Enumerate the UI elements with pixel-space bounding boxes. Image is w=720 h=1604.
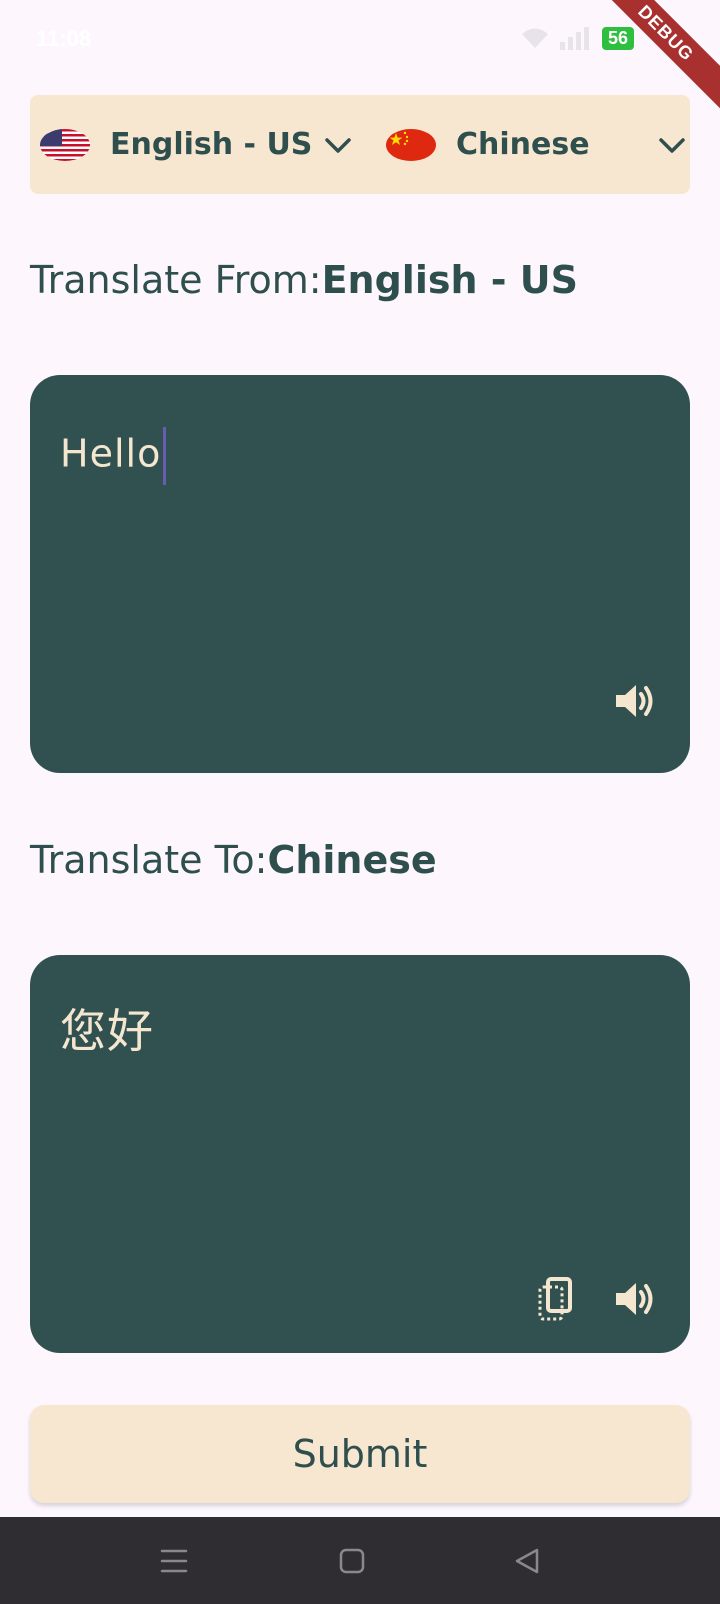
home-icon[interactable]	[334, 1545, 370, 1577]
translate-to-prefix: Translate To:	[30, 838, 268, 882]
target-language-dropdown[interactable]: Chinese	[386, 95, 686, 194]
translated-text-box: 您好	[30, 955, 690, 1353]
translate-to-language: Chinese	[267, 838, 437, 882]
status-time: 11:08	[36, 26, 92, 51]
menu-icon[interactable]	[156, 1545, 192, 1577]
signal-icon	[559, 27, 589, 50]
speaker-icon[interactable]	[610, 677, 658, 725]
target-language-name: Chinese	[456, 127, 590, 162]
translate-from-label: Translate From:English - US	[30, 258, 578, 302]
china-flag-icon	[386, 128, 436, 161]
language-bar: English - US Chinese	[30, 95, 690, 194]
source-language-dropdown[interactable]: English - US	[40, 95, 360, 194]
translated-text-value: 您好	[60, 1004, 154, 1058]
translate-from-prefix: Translate From:	[30, 258, 322, 302]
status-bar: 11:08 56	[0, 0, 720, 84]
source-text-value: Hello	[60, 431, 162, 476]
source-language-name: English - US	[110, 127, 313, 162]
status-icons: 56	[520, 26, 634, 50]
wifi-icon	[521, 28, 548, 48]
source-text-box[interactable]: Hello	[30, 375, 690, 773]
translate-from-language: English - US	[321, 258, 578, 302]
translate-to-label: Translate To:Chinese	[30, 838, 437, 882]
us-flag-icon	[40, 128, 90, 161]
chevron-down-icon	[659, 137, 685, 153]
source-text-input[interactable]: Hello	[60, 427, 167, 485]
text-cursor	[163, 427, 167, 485]
chevron-down-icon	[325, 137, 352, 153]
navigation-bar	[0, 1517, 720, 1604]
speaker-icon[interactable]	[610, 1275, 658, 1323]
submit-button[interactable]: Submit	[30, 1405, 690, 1503]
battery-indicator: 56	[601, 26, 634, 50]
copy-icon[interactable]	[532, 1275, 580, 1323]
back-icon[interactable]	[510, 1545, 546, 1577]
